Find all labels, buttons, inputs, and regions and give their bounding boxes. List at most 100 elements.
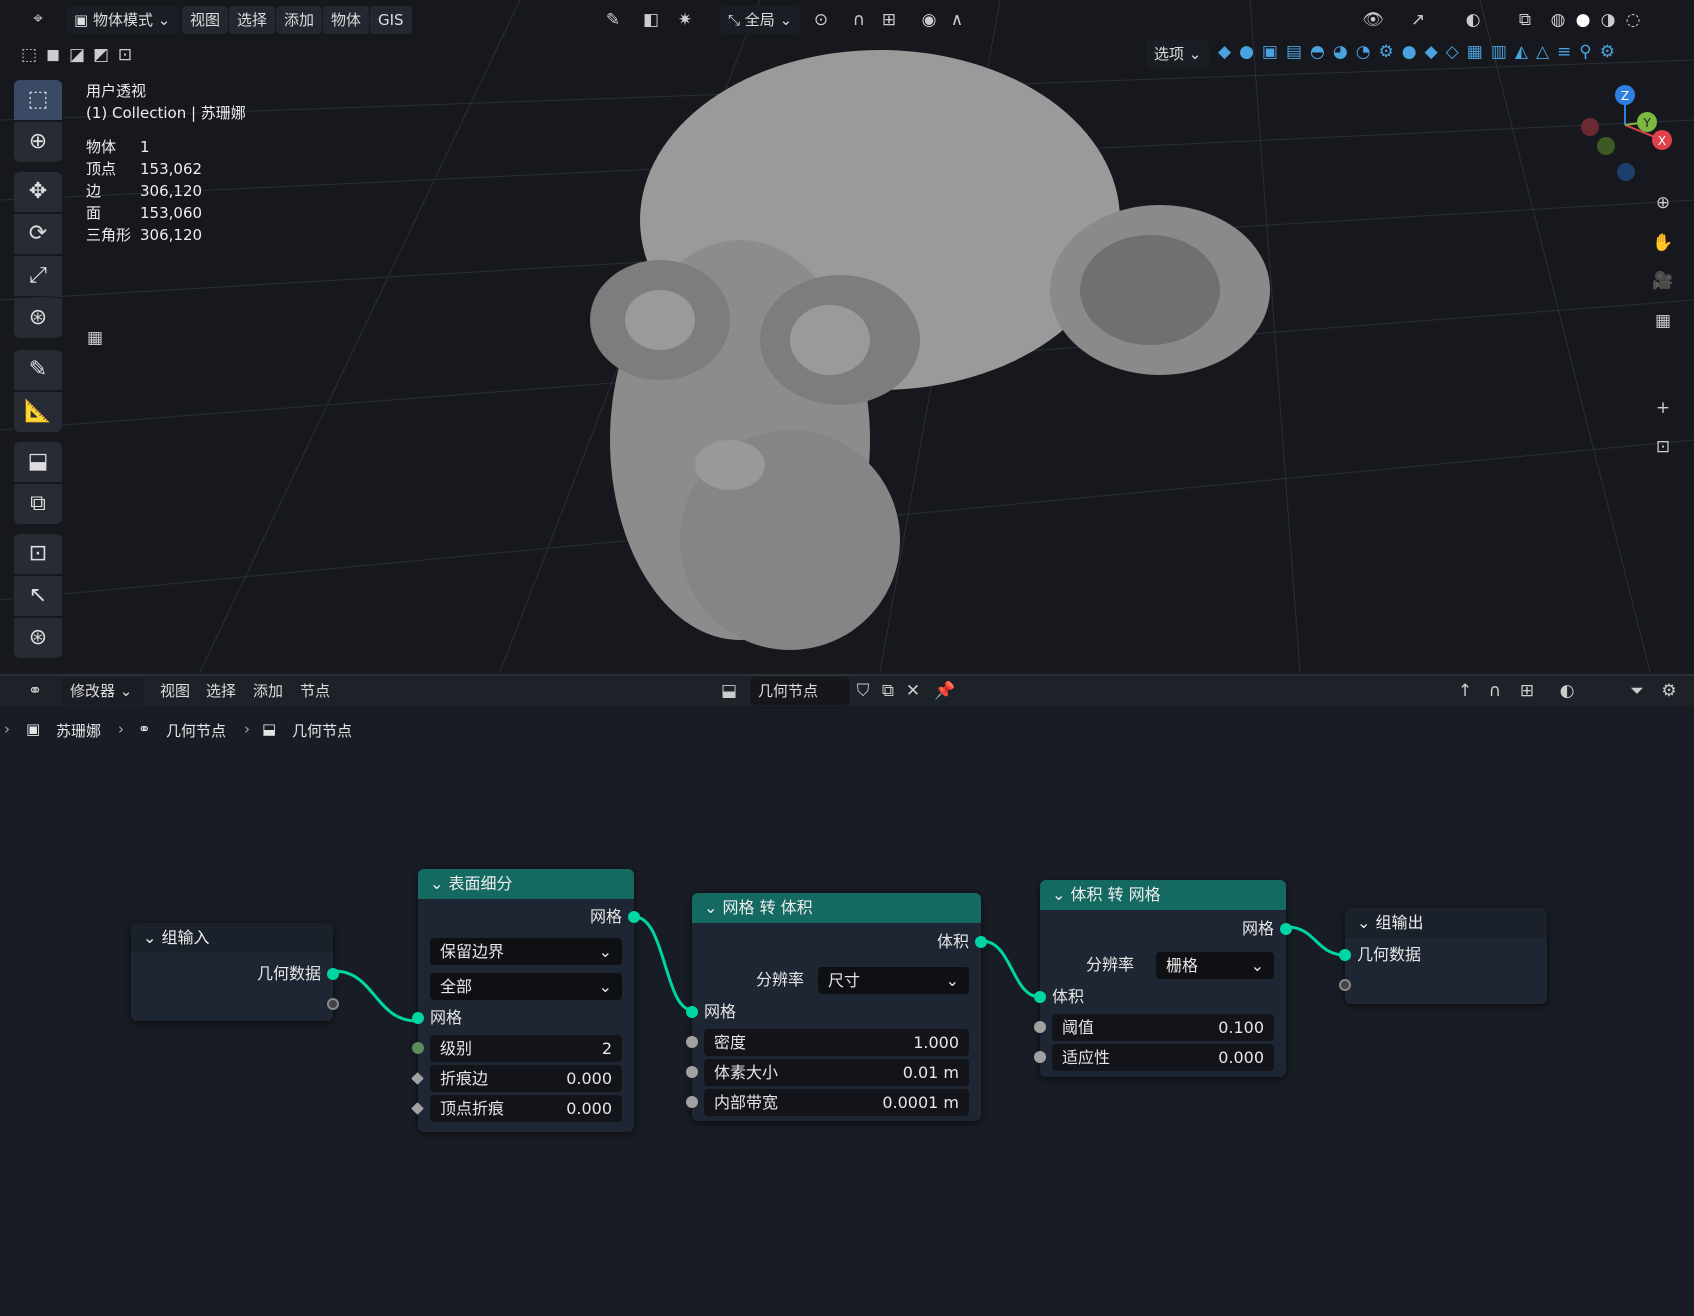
add-cube-tool[interactable]: ⬓ [14, 442, 62, 482]
uv-smooth-dropdown[interactable]: 保留边界 ⌄ [430, 938, 622, 965]
transform-tool[interactable]: ⊛ [14, 298, 62, 338]
input-socket[interactable] [412, 1042, 424, 1054]
camera-view-icon[interactable]: 🎥 [1650, 268, 1676, 294]
select-invert-icon[interactable]: ◩ [88, 42, 114, 68]
node-header[interactable]: ⌄ 组输入 [131, 923, 333, 953]
adaptivity-field[interactable]: 适应性 0.000 [1052, 1044, 1274, 1071]
measure-tool[interactable]: 📐 [14, 392, 62, 432]
navigation-gizmo[interactable]: Z Y X [1570, 80, 1680, 190]
input-socket[interactable] [1034, 1021, 1046, 1033]
edge-crease-field[interactable]: 折痕边 0.000 [430, 1065, 622, 1092]
cursor-move-tool[interactable]: ↖ [14, 576, 62, 616]
input-socket[interactable] [686, 1006, 698, 1018]
rendered-shading-icon[interactable]: ◌ [1620, 7, 1646, 33]
node-tree-browse-icon[interactable]: ⬓ [716, 678, 742, 704]
pan-hand-icon[interactable]: ✋ [1650, 230, 1676, 256]
node-header[interactable]: ⌄ 表面细分 [418, 869, 634, 899]
node-snap-icon[interactable]: ∩ [1482, 678, 1508, 704]
pin-icon[interactable]: 📌 [932, 678, 958, 704]
solid-shading-icon[interactable]: ● [1570, 7, 1596, 33]
snap-increment-icon[interactable]: ⊞ [876, 7, 902, 33]
node-overlays-icon[interactable]: ◐ [1554, 678, 1580, 704]
fake-user-shield-icon[interactable]: ⛉ [850, 678, 876, 704]
settings-gear-icon[interactable]: ⚙ [1656, 678, 1682, 704]
node-menu-node[interactable]: 节点 [292, 677, 338, 705]
frame-selected-icon[interactable]: ⊡ [1650, 434, 1676, 460]
node-header[interactable]: ⌄ 体积 转 网格 [1040, 880, 1286, 910]
pivot-icon[interactable]: ✷ [672, 7, 698, 33]
breadcrumb-modifier[interactable]: 几何节点 [166, 720, 226, 741]
breadcrumb-node-tree[interactable]: 几何节点 [292, 720, 352, 741]
add-object-tool[interactable]: ⧉ [14, 484, 62, 524]
node-editor-type-icon[interactable]: ⚭ [18, 678, 52, 704]
snap-grid-icon[interactable]: ⊞ [1514, 678, 1540, 704]
zoom-icon[interactable]: ⊕ [1650, 190, 1676, 216]
move-tool[interactable]: ✥ [14, 172, 62, 212]
snap-icon[interactable]: ∩ [846, 7, 872, 33]
parent-node-tree-icon[interactable]: ↑ [1452, 678, 1478, 704]
node-header[interactable]: ⌄ 网格 转 体积 [692, 893, 981, 923]
editor-context-dropdown[interactable]: 修改器 ⌄ [62, 677, 144, 705]
input-socket[interactable] [686, 1036, 698, 1048]
frame-tool[interactable]: ⊡ [14, 534, 62, 574]
proportional-edit-icon[interactable]: ◉ [916, 7, 942, 33]
node-menu-add[interactable]: 添加 [245, 677, 291, 705]
gizmo-toggle-icon[interactable]: ↗ [1405, 7, 1431, 33]
wireframe-shading-icon[interactable]: ◍ [1545, 7, 1571, 33]
output-socket[interactable] [1280, 923, 1292, 935]
input-socket[interactable] [1034, 1051, 1046, 1063]
input-socket[interactable] [1339, 949, 1351, 961]
sidebar-toggle-icon[interactable]: › [4, 720, 10, 738]
add-icon[interactable]: + [1650, 395, 1676, 421]
node-volume-to-mesh[interactable]: ⌄ 体积 转 网格 网格 分辨率 栅格 ⌄ 体积 阈值 0.100 适应性 0.000 [1034, 880, 1292, 1077]
input-socket[interactable] [412, 1012, 424, 1024]
checker-icon[interactable]: ▦ [82, 325, 108, 351]
select-new-icon[interactable]: ⬚ [16, 42, 42, 68]
node-subdivision-surface[interactable]: ⌄ 表面细分 网格 保留边界 ⌄ 全部 ⌄ 网格 级别 2 折痕边 0.000 顶点折痕… [411, 869, 640, 1132]
menu-object[interactable]: 物体 [323, 6, 370, 34]
virtual-socket[interactable] [1339, 979, 1351, 991]
input-socket[interactable] [1034, 991, 1046, 1003]
transform-orientation-dropdown[interactable]: ⤡ 全局 ⌄ [720, 6, 801, 34]
output-socket[interactable] [975, 936, 987, 948]
gis-addon-toolbar-icons[interactable]: ◆●▣▤◓◕◔⚙●◆◇▦▥◭△≡⚲⚙ [1218, 42, 1688, 70]
falloff-icon[interactable]: ∧ [944, 7, 970, 33]
eyedropper-icon[interactable]: ✎ [600, 7, 626, 33]
options-dropdown[interactable]: 选项 ⌄ [1146, 40, 1210, 68]
resolution-dropdown[interactable]: 栅格 ⌄ [1156, 952, 1274, 979]
voxel-size-field[interactable]: 体素大小 0.01 m [704, 1059, 969, 1086]
cursor-tool[interactable]: ⊕ [14, 122, 62, 162]
mode-dropdown[interactable]: ▣ 物体模式 ⌄ [66, 6, 179, 34]
output-socket[interactable] [628, 911, 640, 923]
menu-view[interactable]: 视图 [182, 6, 229, 34]
node-tree-name-field[interactable]: 几何节点 [750, 677, 850, 705]
output-socket[interactable] [327, 968, 339, 980]
pivot-point-icon[interactable]: ⊙ [808, 7, 834, 33]
menu-add[interactable]: 添加 [276, 6, 323, 34]
input-socket[interactable] [686, 1096, 698, 1108]
node-group-input[interactable]: ⌄ 组输入 几何数据 [131, 923, 339, 1021]
menu-select[interactable]: 选择 [229, 6, 276, 34]
3d-viewport[interactable]: ⌖ ▣ 物体模式 ⌄ 视图 选择 添加 物体 GIS ✎ ◧ ✷ ⤡ 全局 ⌄ … [0, 0, 1694, 672]
rotate-tool[interactable]: ⟳ [14, 214, 62, 254]
close-icon[interactable]: ✕ [900, 678, 926, 704]
editor-type-icon[interactable]: ⌖ [22, 6, 54, 32]
select-subtract-icon[interactable]: ◪ [64, 42, 90, 68]
select-box-tool[interactable]: ⬚ [14, 80, 62, 120]
node-group-output[interactable]: ⌄ 组输出 几何数据 [1339, 908, 1547, 1004]
level-field[interactable]: 级别 2 [430, 1035, 622, 1062]
perspective-toggle-icon[interactable]: ▦ [1650, 308, 1676, 334]
select-intersect-icon[interactable]: ⊡ [112, 42, 138, 68]
filter-icon[interactable]: ⏷ [1624, 678, 1650, 704]
visibility-icon[interactable]: 👁 [1360, 7, 1386, 33]
overlays-icon[interactable]: ◐ [1460, 7, 1486, 33]
snap-base-icon[interactable]: ◧ [638, 7, 664, 33]
material-shading-icon[interactable]: ◑ [1595, 7, 1621, 33]
menu-gis[interactable]: GIS [370, 6, 412, 34]
annotate-tool[interactable]: ✎ [14, 350, 62, 390]
breadcrumb-object[interactable]: 苏珊娜 [56, 720, 101, 741]
scale-tool[interactable]: ⤢ [14, 256, 62, 296]
node-menu-select[interactable]: 选择 [198, 677, 244, 705]
node-header[interactable]: ⌄ 组输出 [1345, 908, 1547, 938]
duplicate-icon[interactable]: ⧉ [875, 678, 901, 704]
